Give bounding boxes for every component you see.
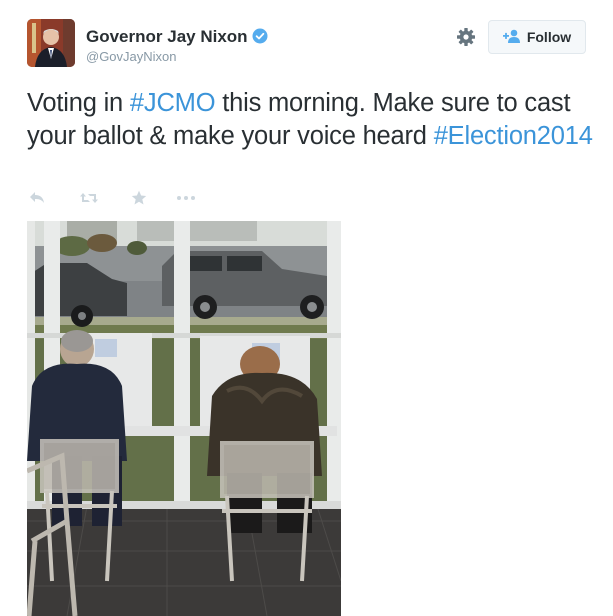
- follow-label: Follow: [526, 29, 572, 45]
- verified-badge-icon: [252, 28, 268, 49]
- retweet-icon[interactable]: [78, 191, 100, 205]
- follow-button[interactable]: Follow: [488, 20, 586, 54]
- user-name-text[interactable]: Governor Jay Nixon: [86, 27, 248, 46]
- avatar-photo: [27, 19, 75, 67]
- voting-booth-photo: [27, 221, 341, 616]
- hashtag-election2014[interactable]: #Election2014: [434, 122, 593, 150]
- hashtag-jcmo[interactable]: #JCMO: [130, 89, 216, 117]
- tweet-text-part1: Voting in: [27, 89, 130, 117]
- add-user-icon: [502, 29, 521, 46]
- tweet-photo[interactable]: [27, 221, 341, 616]
- reply-icon[interactable]: [27, 191, 47, 205]
- tweet-text: Voting in #JCMO this morning. Make sure …: [27, 87, 602, 153]
- favorite-star-icon[interactable]: [130, 190, 148, 206]
- gear-icon[interactable]: [455, 26, 477, 48]
- more-options-icon[interactable]: [175, 195, 197, 201]
- avatar[interactable]: [27, 19, 75, 67]
- user-name[interactable]: Governor Jay Nixon: [86, 27, 268, 49]
- user-handle[interactable]: @GovJayNixon: [86, 49, 177, 64]
- tweet-actions: [27, 190, 197, 206]
